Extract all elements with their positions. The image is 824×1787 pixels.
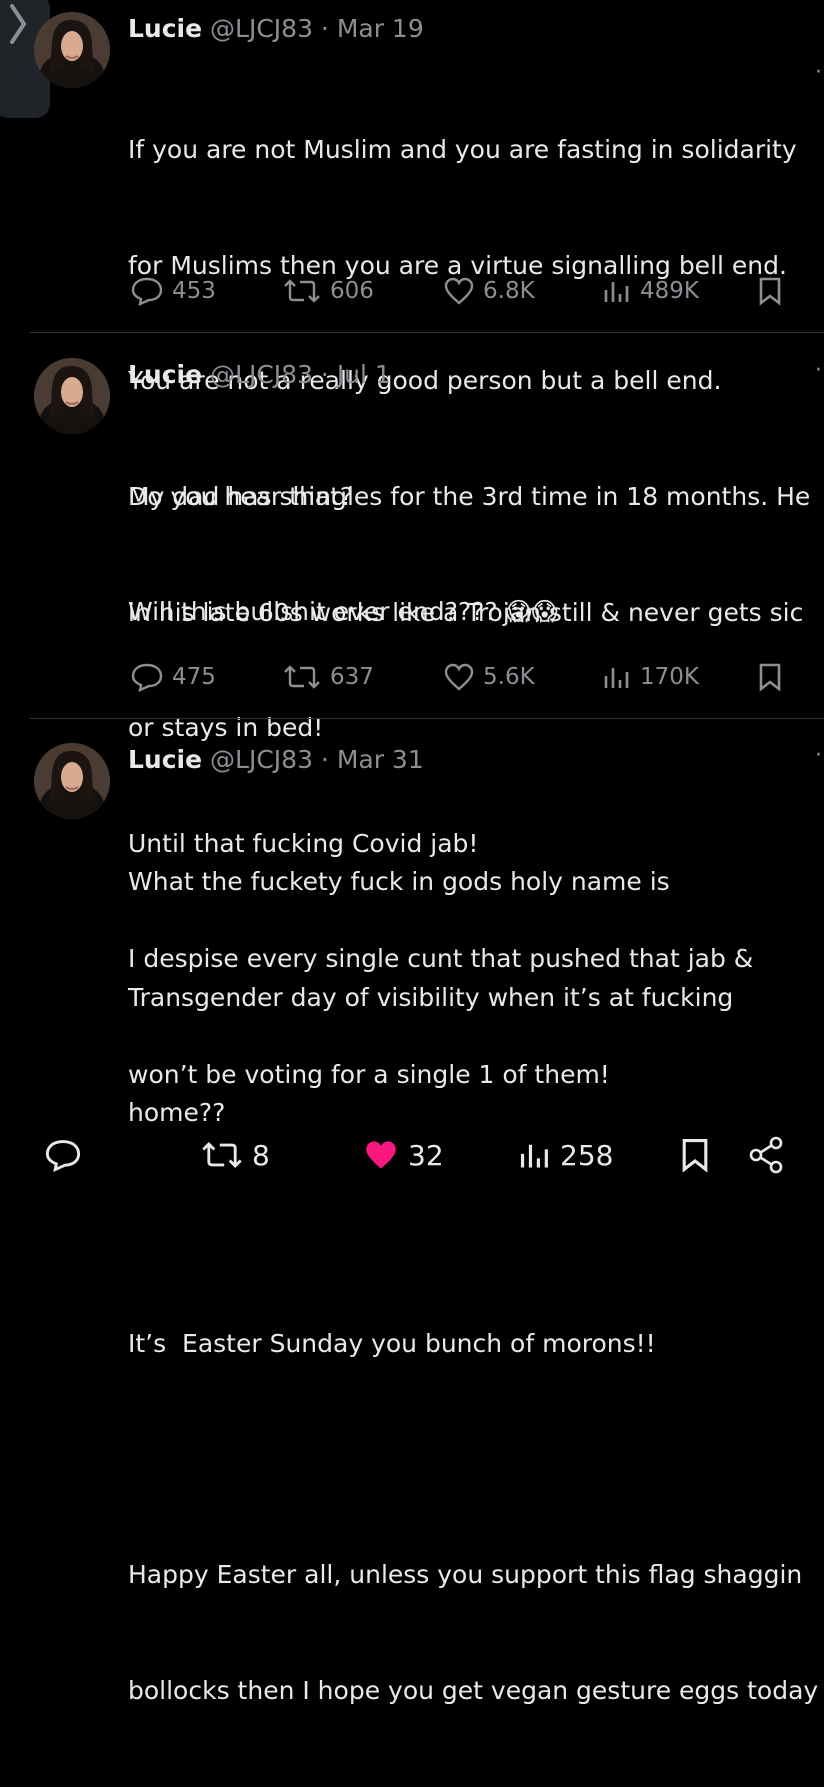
share-button[interactable] — [746, 1125, 786, 1185]
tweet-line: in his late 60s works like a Trojan stil… — [128, 597, 804, 627]
avatar[interactable] — [34, 358, 110, 434]
more-icon[interactable]: · — [815, 358, 822, 383]
like-icon — [366, 1141, 396, 1169]
views-icon — [604, 668, 629, 688]
more-icon[interactable]: · — [815, 743, 822, 768]
tweet-line: My dad has shingles for the 3rd time in … — [128, 482, 811, 511]
like-icon — [444, 663, 474, 691]
reply-icon — [45, 1140, 81, 1172]
reply-count: 475 — [172, 664, 216, 690]
views-button[interactable]: 258 — [518, 1125, 613, 1185]
tweet-header: Lucie @LJCJ83 · Mar 19 — [128, 14, 424, 43]
display-name[interactable]: Lucie — [128, 745, 202, 774]
reply-button[interactable] — [44, 1125, 82, 1185]
bottom-action-bar: 8 32 258 — [0, 1125, 824, 1185]
tweet-line: Happy Easter all, unless you support thi… — [128, 1560, 803, 1589]
views-icon — [520, 1144, 548, 1168]
display-name[interactable]: Lucie — [128, 14, 202, 43]
repost-button[interactable]: 8 — [200, 1125, 270, 1185]
repost-icon — [284, 665, 320, 689]
reply-button[interactable]: 475 — [130, 657, 216, 697]
repost-count: 606 — [330, 278, 374, 304]
reply-button[interactable]: 453 — [130, 271, 216, 311]
tweet[interactable]: Lucie @LJCJ83 · Mar 31 · What the fucket… — [0, 719, 824, 1705]
handle-and-date: @LJCJ83 · Mar 31 — [210, 745, 424, 774]
repost-count: 8 — [252, 1138, 270, 1172]
tweet-line: If you are not Muslim and you are fastin… — [128, 135, 797, 164]
tweet-line: It’s Easter Sunday you bunch of morons!! — [128, 1329, 656, 1358]
tweet-header: Lucie @LJCJ83 · Jul 1 — [128, 360, 391, 389]
reply-count: 453 — [172, 278, 216, 304]
like-button[interactable]: 5.6K — [443, 657, 535, 697]
tweet-line: What the fuckety fuck in gods holy name … — [128, 867, 670, 896]
divider — [30, 332, 824, 333]
views-count: 489K — [640, 278, 699, 304]
bookmark-icon — [682, 1139, 708, 1173]
reply-icon — [131, 277, 163, 306]
bookmark-button[interactable] — [758, 271, 782, 311]
bookmark-button[interactable] — [758, 657, 782, 697]
like-button[interactable]: 32 — [362, 1125, 444, 1185]
like-button[interactable]: 6.8K — [443, 271, 535, 311]
bookmark-button[interactable] — [680, 1125, 710, 1185]
tweet-line: bollocks then I hope you get vegan gestu… — [128, 1675, 819, 1705]
repost-count: 637 — [330, 664, 374, 690]
like-count: 6.8K — [483, 278, 535, 304]
tweet-header: Lucie @LJCJ83 · Mar 31 — [128, 745, 424, 774]
tweet[interactable]: Lucie @LJCJ83 · Mar 19 · If you are not … — [0, 0, 824, 626]
tweet-actions: 453 606 6.8K 489K — [0, 271, 824, 311]
tweet-line — [128, 1441, 824, 1480]
tweet-line: Transgender day of visibility when it’s … — [128, 982, 734, 1012]
tweet[interactable]: Lucie @LJCJ83 · Jul 1 · My dad has shing… — [0, 334, 824, 1089]
display-name[interactable]: Lucie — [128, 360, 202, 389]
like-count: 32 — [408, 1138, 444, 1172]
bookmark-icon — [759, 277, 781, 306]
handle-and-date: @LJCJ83 · Jul 1 — [210, 360, 391, 389]
repost-button[interactable]: 606 — [282, 271, 374, 311]
avatar[interactable] — [34, 743, 110, 819]
tweet-line — [128, 1210, 824, 1249]
like-icon — [444, 277, 474, 305]
tweet-actions: 475 637 5.6K 170K — [0, 657, 824, 697]
views-icon — [604, 282, 629, 302]
repost-icon — [284, 279, 320, 303]
repost-button[interactable]: 637 — [282, 657, 374, 697]
views-button[interactable]: 489K — [602, 271, 699, 311]
reply-icon — [131, 663, 163, 692]
handle-and-date: @LJCJ83 · Mar 19 — [210, 14, 424, 43]
bookmark-icon — [759, 663, 781, 692]
views-button[interactable]: 170K — [602, 657, 699, 697]
tweet-text: What the fuckety fuck in gods holy name … — [128, 786, 824, 1787]
share-icon — [749, 1136, 783, 1174]
views-count: 170K — [640, 664, 699, 690]
like-count: 5.6K — [483, 664, 535, 690]
views-count: 258 — [560, 1138, 614, 1172]
avatar[interactable] — [34, 12, 110, 88]
repost-icon — [202, 1141, 242, 1169]
